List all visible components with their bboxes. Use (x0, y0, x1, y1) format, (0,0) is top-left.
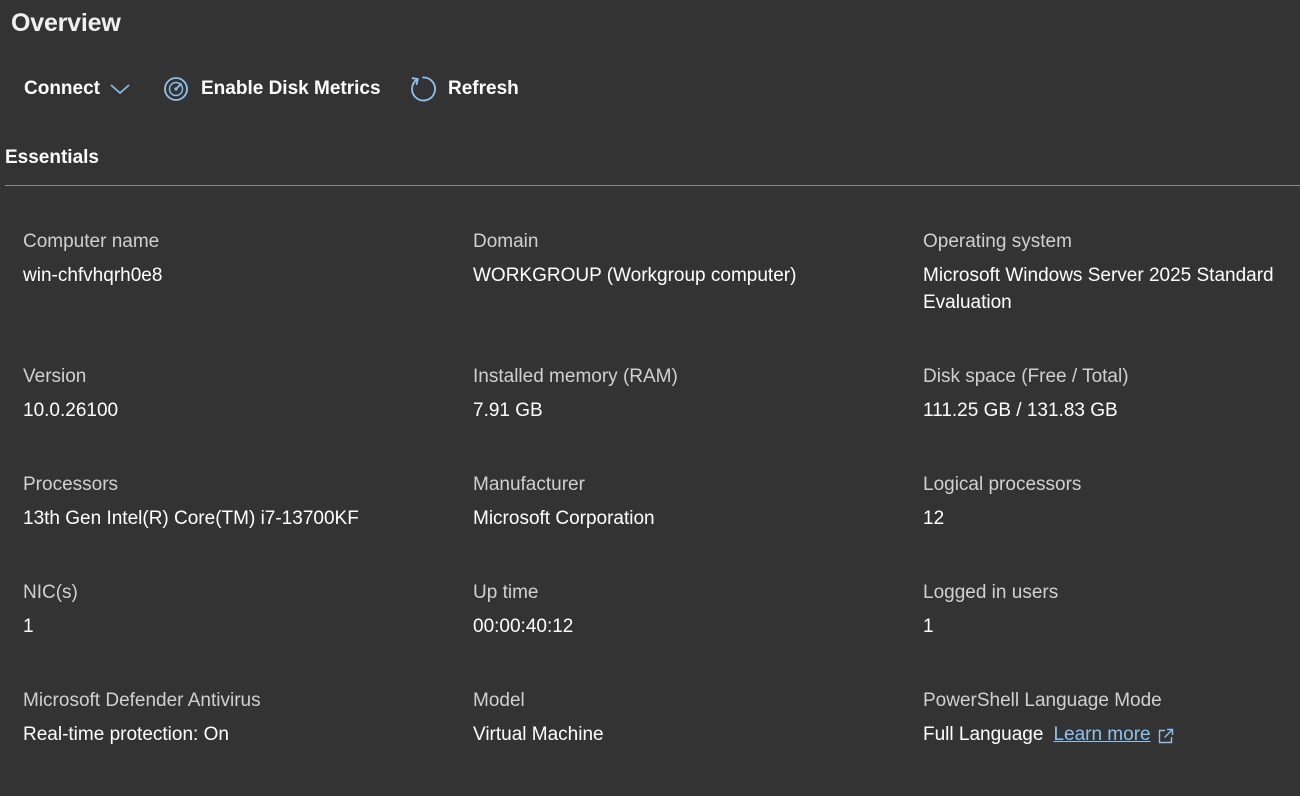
installed-memory-value: 7.91 GB (473, 400, 543, 421)
refresh-icon (409, 75, 437, 103)
manufacturer-label: Manufacturer (473, 474, 585, 495)
version-value: 10.0.26100 (23, 400, 119, 421)
manufacturer-value: Microsoft Corporation (473, 508, 655, 529)
chevron-down-icon (110, 83, 130, 95)
nics-field: NIC(s) 1 (23, 580, 443, 640)
processors-field: Processors 13th Gen Intel(R) Core(TM) i7… (23, 472, 443, 532)
learn-more-link[interactable]: Learn more (1053, 721, 1174, 748)
refresh-label: Refresh (448, 78, 519, 99)
installed-memory-field: Installed memory (RAM) 7.91 GB (473, 364, 893, 424)
model-field: Model Virtual Machine (473, 688, 893, 748)
defender-field: Microsoft Defender Antivirus Real-time p… (23, 688, 443, 748)
computer-name-label: Computer name (23, 231, 160, 252)
logical-processors-value: 12 (923, 508, 945, 529)
connect-button[interactable]: Connect (24, 70, 130, 108)
operating-system-field: Operating system Microsoft Windows Serve… (923, 229, 1293, 316)
logged-in-users-value: 1 (923, 616, 934, 637)
manufacturer-field: Manufacturer Microsoft Corporation (473, 472, 893, 532)
processors-label: Processors (23, 474, 119, 495)
domain-label: Domain (473, 231, 539, 252)
defender-label: Microsoft Defender Antivirus (23, 690, 261, 711)
enable-disk-metrics-label: Enable Disk Metrics (201, 78, 381, 99)
up-time-label: Up time (473, 582, 539, 603)
essentials-divider (5, 185, 1300, 186)
powershell-mode-field: PowerShell Language Mode Full Language Le… (923, 688, 1293, 748)
enable-disk-metrics-button[interactable]: Enable Disk Metrics (163, 70, 381, 108)
defender-value: Real-time protection: On (23, 724, 229, 745)
domain-field: Domain WORKGROUP (Workgroup computer) (473, 229, 893, 289)
model-value: Virtual Machine (473, 724, 604, 745)
nics-value: 1 (23, 616, 34, 637)
overview-page: Overview Connect Enable Disk Metrics Ref… (0, 0, 1300, 796)
installed-memory-label: Installed memory (RAM) (473, 366, 678, 387)
up-time-field: Up time 00:00:40:12 (473, 580, 893, 640)
disk-space-label: Disk space (Free / Total) (923, 366, 1129, 387)
refresh-button[interactable]: Refresh (409, 70, 519, 108)
logical-processors-label: Logical processors (923, 474, 1082, 495)
logical-processors-field: Logical processors 12 (923, 472, 1293, 532)
model-label: Model (473, 690, 525, 711)
version-label: Version (23, 366, 87, 387)
computer-name-field: Computer name win-chfvhqrh0e8 (23, 229, 443, 289)
external-link-icon (1157, 726, 1175, 744)
disk-space-value: 111.25 GB / 131.83 GB (923, 400, 1118, 421)
powershell-mode-value: Full Language (923, 724, 1044, 745)
domain-value: WORKGROUP (Workgroup computer) (473, 265, 797, 286)
computer-name-value: win-chfvhqrh0e8 (23, 265, 163, 286)
up-time-value: 00:00:40:12 (473, 616, 574, 637)
learn-more-label: Learn more (1053, 724, 1151, 745)
page-title: Overview (11, 9, 121, 37)
powershell-mode-label: PowerShell Language Mode (923, 690, 1162, 711)
disk-space-field: Disk space (Free / Total) 111.25 GB / 13… (923, 364, 1293, 424)
operating-system-label: Operating system (923, 231, 1072, 252)
operating-system-value: Microsoft Windows Server 2025 Standard E… (923, 265, 1274, 313)
speedometer-icon (163, 76, 189, 102)
connect-label: Connect (24, 78, 100, 99)
essentials-title: Essentials (5, 147, 99, 168)
processors-value: 13th Gen Intel(R) Core(TM) i7-13700KF (23, 508, 359, 529)
logged-in-users-field: Logged in users 1 (923, 580, 1293, 640)
nics-label: NIC(s) (23, 582, 78, 603)
powershell-mode-value-row: Full Language Learn more (923, 721, 1293, 748)
version-field: Version 10.0.26100 (23, 364, 443, 424)
logged-in-users-label: Logged in users (923, 582, 1059, 603)
